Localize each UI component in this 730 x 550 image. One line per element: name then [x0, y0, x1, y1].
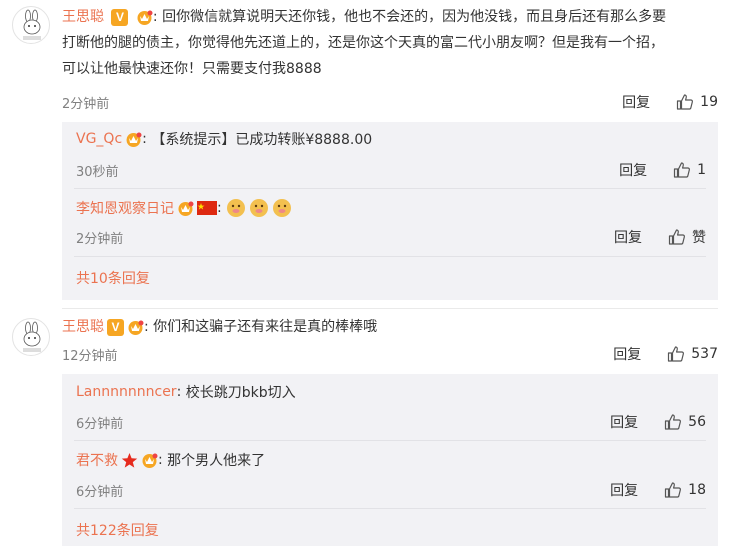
- reply-actions: 回复 1: [619, 160, 706, 180]
- reply-divider: [74, 188, 706, 189]
- like-count: 56: [688, 414, 706, 430]
- like-count: 赞: [692, 230, 706, 246]
- comment-actions: 回复 537: [613, 344, 718, 364]
- reply-button[interactable]: 回复: [610, 412, 638, 432]
- like-count: 18: [688, 482, 706, 498]
- comment-username[interactable]: 王思聪: [62, 9, 104, 25]
- thumbs-up-icon: [673, 162, 691, 178]
- comment-meta: 2分钟前 回复 19: [62, 92, 718, 112]
- reply-item: 君不救 : 那个男人他来了: [76, 450, 266, 470]
- reply-actions: 回复 56: [610, 412, 706, 432]
- comment-item: 王思聪 V : 你们和这骗子还有来往是真的棒棒哦: [62, 314, 718, 340]
- reply-item: VG_Qc : 【系统提示】已成功转账¥8888.00: [76, 131, 373, 148]
- red-star-icon: [121, 452, 138, 469]
- vip-crown-badge-icon: [136, 9, 153, 26]
- reply-username[interactable]: 李知恩观察日记: [76, 198, 174, 218]
- comment-text-line: 回你微信就算说明天还你钱，他也不会还的，因为他没钱，而且身后还有那么多要: [162, 9, 667, 25]
- reply-list: VG_Qc : 【系统提示】已成功转账¥8888.00 30秒前 回复 1 李知…: [62, 122, 718, 300]
- china-flag-icon: [197, 201, 217, 215]
- like-count: 1: [697, 162, 706, 178]
- reply-button[interactable]: 回复: [614, 227, 642, 247]
- reply-text: 校长跳刀bkb切入: [185, 385, 296, 401]
- like-count: 19: [700, 94, 718, 110]
- comment-divider: [62, 308, 718, 309]
- comment-text-line: 打断他的腿的债主，你觉得他先还道上的，还是你这个天真的富二代小朋友啊？但是我有一…: [62, 35, 664, 51]
- comment-actions: 回复 19: [622, 92, 718, 112]
- bunny-avatar-icon: [23, 9, 41, 40]
- vip-crown-badge-icon: [127, 319, 144, 336]
- comment-text: 你们和这骗子还有来往是真的棒棒哦: [153, 319, 378, 335]
- thumbs-up-icon: [677, 94, 694, 110]
- reply-username[interactable]: Lannnnnnncer: [76, 384, 177, 400]
- reply-text: 【系统提示】已成功转账¥8888.00: [151, 132, 373, 148]
- reply-list: Lannnnnnncer: 校长跳刀bkb切入 6分钟前 回复 56 君不救 :…: [62, 374, 718, 546]
- thumbs-up-icon: [668, 229, 685, 245]
- comment-time: 2分钟前: [62, 96, 110, 112]
- reply-divider: [74, 256, 706, 257]
- reply-button[interactable]: 回复: [622, 92, 650, 112]
- reply-actions: 回复 赞: [614, 227, 706, 247]
- reply-time: 30秒前: [76, 164, 119, 180]
- vip-crown-badge-icon: [177, 200, 194, 217]
- reply-item: 李知恩观察日记 :: [76, 198, 706, 218]
- reply-item: Lannnnnnncer: 校长跳刀bkb切入: [76, 384, 296, 401]
- verified-v-badge-icon: V: [111, 8, 129, 26]
- reply-text: 那个男人他来了: [167, 453, 266, 469]
- reply-meta: 2分钟前 回复 赞: [76, 227, 706, 247]
- like-button[interactable]: 56: [664, 413, 706, 431]
- reply-meta: 6分钟前 回复 56: [76, 412, 706, 432]
- reply-time: 2分钟前: [76, 231, 124, 247]
- doge-emoji-icon: [272, 198, 292, 218]
- comment-username[interactable]: 王思聪: [62, 314, 104, 340]
- like-count: 537: [691, 346, 718, 362]
- comment-meta: 12分钟前 回复 537: [62, 344, 718, 364]
- comment-text-line: 可以让他最快速还你！只需要支付我8888: [62, 61, 322, 77]
- like-button[interactable]: 赞: [668, 227, 706, 247]
- more-replies-link[interactable]: 共122条回复: [76, 520, 159, 540]
- like-button[interactable]: 1: [673, 161, 706, 179]
- reply-divider: [74, 440, 706, 441]
- reply-meta: 30秒前 回复 1: [76, 160, 706, 180]
- comment-time: 12分钟前: [62, 348, 118, 364]
- user-avatar[interactable]: [12, 6, 50, 44]
- more-replies-link[interactable]: 共10条回复: [76, 268, 150, 288]
- reply-actions: 回复 18: [610, 480, 706, 500]
- thumbs-up-icon: [668, 346, 685, 362]
- reply-button[interactable]: 回复: [619, 160, 647, 180]
- bunny-avatar-icon: [23, 321, 41, 352]
- vip-crown-badge-icon: [141, 452, 158, 469]
- reply-meta: 6分钟前 回复 18: [76, 480, 706, 500]
- thumbs-up-icon: [665, 414, 682, 430]
- reply-time: 6分钟前: [76, 484, 124, 500]
- user-avatar[interactable]: [12, 318, 50, 356]
- thumbs-up-icon: [665, 482, 682, 498]
- like-button[interactable]: 537: [667, 345, 718, 363]
- doge-emoji-icon: [226, 198, 246, 218]
- doge-emoji-icon: [249, 198, 269, 218]
- like-button[interactable]: 18: [664, 481, 706, 499]
- reply-button[interactable]: 回复: [613, 344, 641, 364]
- comment-text-block: 王思聪 V : 回你微信就算说明天还你钱，他也不会还的，因为他没钱，而且身后还有…: [62, 8, 667, 77]
- reply-button[interactable]: 回复: [610, 480, 638, 500]
- verified-v-badge-icon: V: [107, 318, 124, 336]
- reply-username[interactable]: 君不救: [76, 450, 118, 470]
- reply-time: 6分钟前: [76, 416, 124, 432]
- reply-divider: [74, 508, 706, 509]
- reply-username[interactable]: VG_Qc: [76, 131, 122, 147]
- comment-item: 王思聪 V : 回你微信就算说明天还你钱，他也不会还的，因为他没钱，而且身后还有…: [62, 4, 718, 82]
- vip-crown-badge-icon: [125, 131, 142, 148]
- like-button[interactable]: 19: [676, 93, 718, 111]
